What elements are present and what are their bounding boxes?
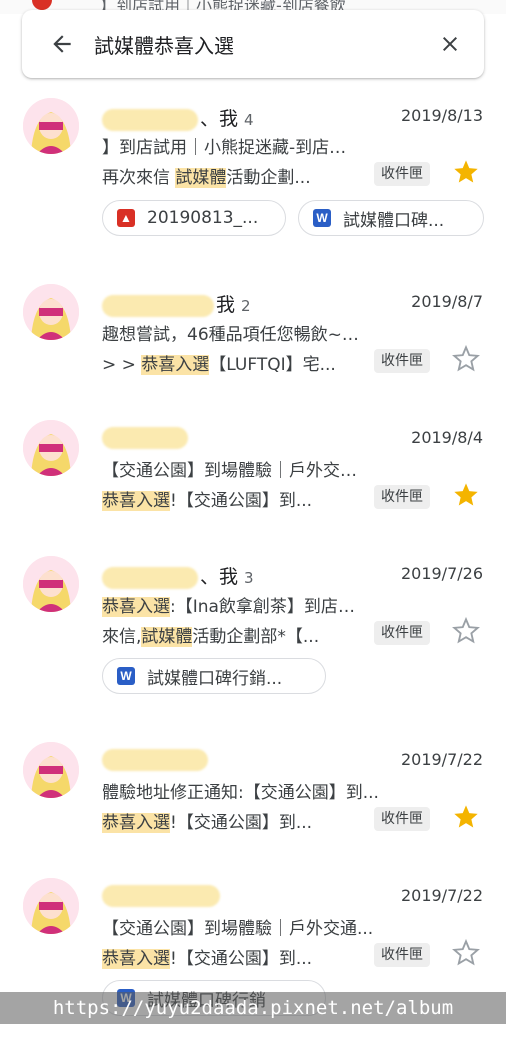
email-snippet: 再次來信 試媒體活動企劃... [102,168,311,188]
attachment-chip[interactable]: ▲ 20190813_... [102,200,286,236]
avatar-illustration [23,420,79,476]
sender-name: 、我 3 [102,562,254,589]
star-button[interactable] [452,803,480,831]
email-snippet: 來信,試媒體活動企劃部*【... [102,627,320,647]
email-snippet: 恭喜入選!【交通公園】到... [102,949,313,969]
star-filled-icon [454,483,478,506]
email-subject: 恭喜入選:【Ina飲拿創茶】到店體驗... [102,597,362,617]
email-snippet: 恭喜入選!【交通公園】到... [102,813,313,833]
email-thread[interactable]: 2019/8/4 【交通公園】到場體驗｜戶外交通... 恭喜入選!【交通公園】到… [0,400,506,536]
sender-avatar [23,878,79,934]
sender-name: 、我 4 [102,104,254,131]
star-button[interactable] [452,344,480,373]
email-date: 2019/7/22 [400,750,483,769]
attachment-chip[interactable]: W 試媒體口碑... [298,200,484,236]
image-file-icon: ▲ [117,209,135,227]
email-subject: 【交通公園】到場體驗｜戶外交通... [102,461,362,481]
redacted-sender [102,426,188,449]
arrow-back-icon [53,35,71,53]
search-input[interactable]: 試媒體恭喜入選 [86,30,426,59]
redacted-sender [102,294,214,317]
sender-avatar [23,98,79,154]
email-thread[interactable]: 、我3 2019/7/26 恭喜入選:【Ina飲拿創茶】到店體驗... 來信,試… [0,536,506,722]
star-button[interactable] [452,481,480,509]
attachment-name: 20190813_... [147,208,259,228]
back-button[interactable] [38,20,86,68]
inbox-label: 收件匣 [374,162,430,186]
sender-avatar [23,420,79,476]
inbox-label: 收件匣 [374,943,430,967]
email-thread[interactable]: 、我 4 2019/8/13 】到店試用｜小熊捉迷藏-到店餐飲... 再次來信 試… [0,80,506,264]
sender-avatar [23,556,79,612]
email-date: 2019/8/4 [411,428,483,447]
inbox-label: 收件匣 [374,349,430,373]
redacted-sender [102,108,198,131]
image-attachment-icon [32,0,52,10]
attachment-chip[interactable]: W 試媒體口碑行銷... [102,658,326,694]
clear-search-button[interactable] [426,20,474,68]
avatar-illustration [23,878,79,934]
redacted-sender [102,884,220,907]
attachment-name: 試媒體口碑... [343,210,445,231]
watermark-overlay: https://yuyu2daada.pixnet.net/album [0,992,506,1024]
email-subject: 趣想嘗試，46種品項任您暢飲~最... [102,325,362,345]
sender-name: 我2 [102,290,251,317]
email-date: 2019/8/7 [411,292,483,311]
star-button[interactable] [452,616,480,645]
close-icon [443,37,457,51]
sender-avatar [23,284,79,340]
word-file-icon: W [313,209,331,227]
email-snippet: 恭喜入選!【交通公園】到... [102,491,313,511]
star-filled-icon [454,160,478,183]
avatar-illustration [23,98,79,154]
avatar-illustration [23,742,79,798]
inbox-label: 收件匣 [374,485,430,509]
email-snippet: > > 恭喜入選【LUFTQI】宅... [102,355,336,375]
avatar-illustration [23,556,79,612]
avatar-illustration [23,284,79,340]
star-button[interactable] [452,158,480,186]
star-outline-icon [452,344,480,372]
inbox-label: 收件匣 [374,621,430,645]
inbox-label: 收件匣 [374,807,430,831]
star-outline-icon [452,938,480,966]
email-subject: 】到店試用｜小熊捉迷藏-到店餐飲... [102,138,362,158]
star-filled-icon [454,805,478,828]
email-subject: 【交通公園】到場體驗｜戶外交通... [102,919,374,939]
redacted-sender [102,566,198,589]
star-button[interactable] [452,938,480,967]
email-date: 2019/7/26 [400,564,483,583]
email-date: 2019/7/22 [400,886,483,905]
redacted-sender [102,748,208,771]
search-bar[interactable]: 試媒體恭喜入選 [22,10,484,78]
email-date: 2019/8/13 [400,106,483,125]
sender-avatar [23,742,79,798]
star-outline-icon [452,616,480,644]
email-subject: 體驗地址修正通知:【交通公園】到... [102,783,379,803]
word-file-icon: W [117,667,135,685]
email-thread[interactable]: 2019/7/22 體驗地址修正通知:【交通公園】到... 恭喜入選!【交通公園… [0,722,506,858]
sender-name [102,426,196,449]
sender-name [102,748,216,771]
email-thread[interactable]: 我2 2019/8/7 趣想嘗試，46種品項任您暢飲~最... > > 恭喜入選… [0,264,506,400]
attachment-name: 試媒體口碑行銷... [147,668,283,689]
sender-name [102,884,228,907]
email-list: 、我 4 2019/8/13 】到店試用｜小熊捉迷藏-到店餐飲... 再次來信 試… [0,80,506,1038]
